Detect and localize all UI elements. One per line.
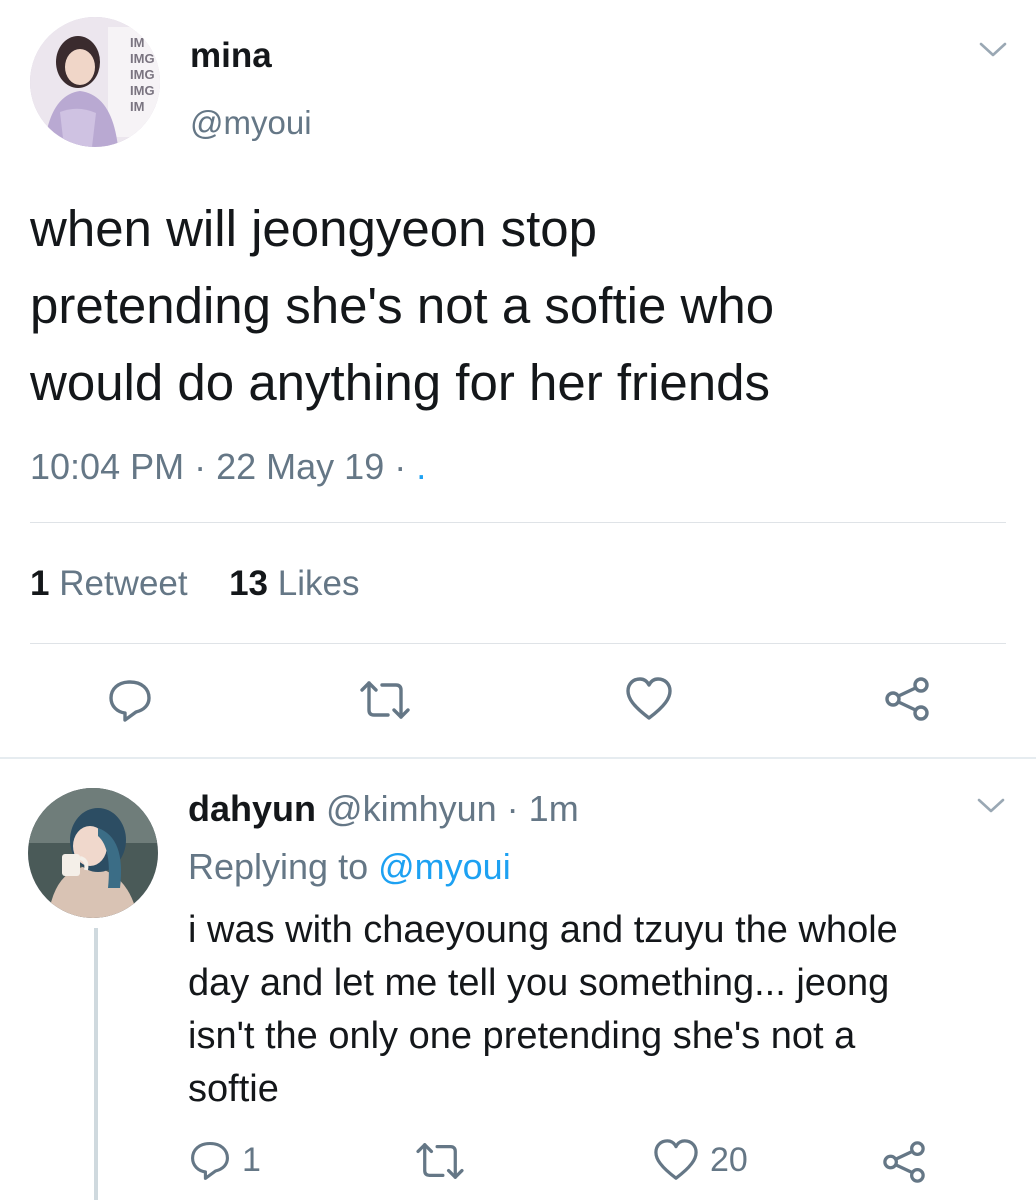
tweet-separator xyxy=(0,757,1036,759)
reply-text-line: day and let me tell you something... jeo… xyxy=(188,962,890,1004)
divider xyxy=(30,643,1006,644)
retweet-count: 1 xyxy=(30,564,50,603)
like-icon[interactable] xyxy=(624,676,674,722)
avatar[interactable] xyxy=(28,788,158,918)
reply-icon xyxy=(188,1138,232,1182)
meta-separator: · xyxy=(194,446,217,487)
replying-to-label: Replying to xyxy=(188,846,369,887)
meta-separator: · xyxy=(506,788,519,829)
tweet-text-line: when will jeongyeon stop xyxy=(30,200,598,257)
avatar[interactable]: IM IMG IMG IMG IM xyxy=(30,17,160,147)
meta-separator: · xyxy=(394,446,417,487)
like-count: 20 xyxy=(710,1140,748,1179)
like-action[interactable]: 20 xyxy=(652,1138,748,1182)
likes-stat[interactable]: 13 Likes xyxy=(229,564,359,603)
replying-to-handle[interactable]: @myoui xyxy=(378,846,511,887)
tweet-date[interactable]: 22 May 19 xyxy=(216,446,384,487)
tweet-source[interactable]: . xyxy=(416,446,426,487)
reply-text-line: i was with chaeyoung and tzuyu the whole xyxy=(188,909,898,951)
display-name[interactable]: dahyun xyxy=(188,788,316,829)
display-name[interactable]: mina xyxy=(190,36,272,76)
thread-line xyxy=(94,928,98,1200)
reply-text-line: softie xyxy=(188,1068,279,1110)
reply-count: 1 xyxy=(242,1140,261,1179)
reply-action[interactable]: 1 xyxy=(188,1138,261,1182)
share-icon[interactable] xyxy=(884,676,930,722)
avatar-image: IM IMG IMG IMG IM xyxy=(30,17,160,147)
tweet-text: when will jeongyeon stop pretending she'… xyxy=(30,190,774,421)
share-icon[interactable] xyxy=(882,1140,926,1184)
tweet-meta: 10:04 PM · 22 May 19 · . xyxy=(30,446,426,488)
svg-text:IMG: IMG xyxy=(130,51,155,66)
tweet-stats: 1 Retweet 13 Likes xyxy=(30,564,359,604)
tweet-text-line: pretending she's not a softie who xyxy=(30,277,775,334)
svg-text:IMG: IMG xyxy=(130,67,155,82)
svg-text:IM: IM xyxy=(130,35,144,50)
divider xyxy=(30,522,1006,523)
reply-text: i was with chaeyoung and tzuyu the whole… xyxy=(188,904,898,1116)
avatar-image xyxy=(28,788,158,918)
retweet-label: Retweet xyxy=(59,564,188,603)
likes-count: 13 xyxy=(229,564,269,603)
svg-text:IMG: IMG xyxy=(130,83,155,98)
replying-to: Replying to @myoui xyxy=(188,846,511,888)
user-handle[interactable]: @kimhyun xyxy=(326,788,497,829)
retweet-icon[interactable] xyxy=(414,1140,466,1182)
svg-text:IM: IM xyxy=(130,99,144,114)
tweet-age[interactable]: 1m xyxy=(529,788,579,829)
like-icon xyxy=(652,1138,700,1182)
reply-text-line: isn't the only one pretending she's not … xyxy=(188,1015,856,1057)
retweet-stat[interactable]: 1 Retweet xyxy=(30,564,197,603)
user-handle[interactable]: @myoui xyxy=(190,104,312,142)
likes-label: Likes xyxy=(277,564,360,603)
tweet-text-line: would do anything for her friends xyxy=(30,354,770,411)
chevron-down-icon[interactable] xyxy=(976,796,1006,816)
tweet-time[interactable]: 10:04 PM xyxy=(30,446,184,487)
reply-header: dahyun @kimhyun · 1m xyxy=(188,788,579,830)
reply-icon[interactable] xyxy=(106,676,154,724)
retweet-icon[interactable] xyxy=(358,678,412,722)
chevron-down-icon[interactable] xyxy=(978,40,1008,60)
